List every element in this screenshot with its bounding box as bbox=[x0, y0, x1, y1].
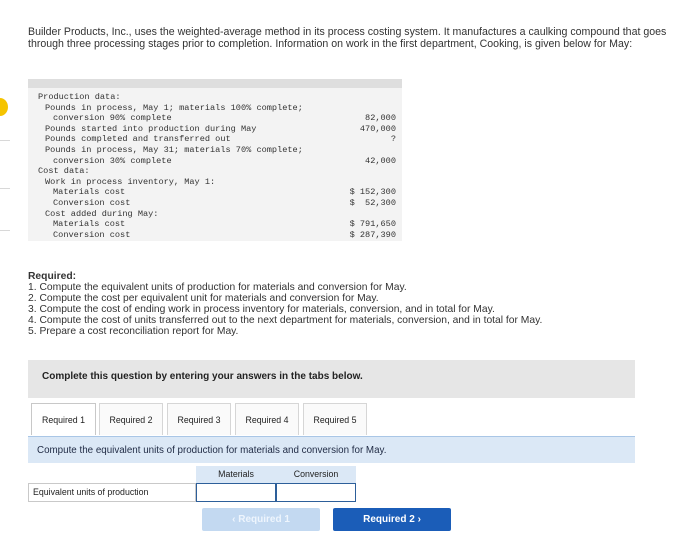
data-row-label: Pounds started into production during Ma… bbox=[45, 123, 257, 134]
data-row: conversion 90% complete 82,000 bbox=[28, 113, 402, 123]
tab-required-5[interactable]: Required 5 bbox=[303, 403, 367, 435]
tab-required-1[interactable]: Required 1 bbox=[31, 403, 96, 435]
data-row-value: 470,000 bbox=[359, 123, 396, 134]
data-row-label: Pounds in process, May 31; materials 70%… bbox=[45, 145, 303, 155]
tab-required-3[interactable]: Required 3 bbox=[167, 403, 231, 435]
tab-required-2[interactable]: Required 2 bbox=[99, 403, 163, 435]
instruction-banner: Complete this question by entering your … bbox=[28, 360, 635, 398]
data-row: Pounds in process, May 31; materials 70%… bbox=[28, 145, 402, 155]
gutter-divider bbox=[0, 140, 10, 141]
next-button[interactable]: Required 2 › bbox=[333, 508, 451, 531]
data-row-label: Pounds completed and transferred out bbox=[45, 134, 231, 145]
instruction-text: Complete this question by entering your … bbox=[42, 371, 363, 382]
data-row-value: 42,000 bbox=[365, 155, 396, 166]
data-row-value: ? bbox=[390, 134, 396, 145]
data-row-label: conversion 90% complete bbox=[53, 113, 172, 124]
data-row-label: Materials cost bbox=[53, 219, 126, 230]
data-row-label: Production data: bbox=[38, 92, 121, 102]
data-row-label: Pounds in process, May 1; materials 100%… bbox=[45, 102, 303, 113]
materials-input[interactable] bbox=[196, 483, 276, 502]
data-row-value: $ 791,650 bbox=[349, 219, 396, 230]
data-row: Pounds started into production during Ma… bbox=[28, 124, 402, 134]
data-row-value: $ 52,300 bbox=[349, 198, 396, 208]
chevron-right-icon: › bbox=[417, 514, 421, 525]
data-row-value: 82,000 bbox=[365, 113, 396, 124]
data-row: Work in process inventory, May 1: bbox=[28, 177, 402, 187]
column-header-materials: Materials bbox=[196, 466, 276, 483]
data-row: Materials cost $ 152,300 bbox=[28, 187, 402, 197]
data-row-label: Cost added during May: bbox=[45, 208, 159, 219]
data-row: Conversion cost $ 287,390 bbox=[28, 230, 402, 240]
data-row-label: Cost data: bbox=[38, 166, 90, 177]
data-row-value: $ 152,300 bbox=[349, 187, 396, 198]
conversion-input[interactable] bbox=[276, 483, 356, 502]
data-row-label: conversion 30% complete bbox=[53, 155, 172, 166]
problem-intro: Builder Products, Inc., uses the weighte… bbox=[28, 26, 667, 51]
prev-button-label: Required 1 bbox=[238, 514, 290, 525]
data-row: Production data: bbox=[28, 92, 402, 102]
question-bar: Compute the equivalent units of producti… bbox=[28, 436, 635, 463]
production-data-box: Production data: Pounds in process, May 1… bbox=[28, 79, 402, 241]
flag-indicator bbox=[0, 98, 8, 116]
tab-required-4[interactable]: Required 4 bbox=[235, 403, 299, 435]
required-item: 3. Compute the cost of ending work in pr… bbox=[28, 303, 495, 315]
data-row: Materials cost $ 791,650 bbox=[28, 219, 402, 229]
required-item: 4. Compute the cost of units transferred… bbox=[28, 314, 543, 326]
data-row-label: Conversion cost bbox=[53, 229, 131, 240]
data-row-label: Work in process inventory, May 1: bbox=[45, 176, 216, 187]
column-header-conversion: Conversion bbox=[276, 466, 356, 483]
data-row-label: Conversion cost bbox=[53, 198, 131, 208]
data-row: conversion 30% complete 42,000 bbox=[28, 156, 402, 166]
data-row-value: $ 287,390 bbox=[349, 229, 396, 240]
question-text: Compute the equivalent units of producti… bbox=[37, 445, 387, 456]
data-row: Conversion cost $ 52,300 bbox=[28, 198, 402, 208]
next-button-label: Required 2 bbox=[363, 514, 415, 525]
required-item: 5. Prepare a cost reconciliation report … bbox=[28, 325, 239, 337]
data-row: Pounds in process, May 1; materials 100%… bbox=[28, 103, 402, 113]
gutter-divider bbox=[0, 230, 10, 231]
row-label-equivalent-units: Equivalent units of production bbox=[28, 483, 196, 502]
gutter-divider bbox=[0, 188, 10, 189]
data-row: Pounds completed and transferred out? bbox=[28, 134, 402, 144]
chevron-left-icon: ‹ bbox=[232, 514, 236, 525]
data-row-label: Materials cost bbox=[53, 187, 126, 198]
left-gutter bbox=[0, 0, 10, 558]
prev-button[interactable]: ‹ Required 1 bbox=[202, 508, 320, 531]
required-section: Required: 1. Compute the equivalent unit… bbox=[28, 271, 688, 337]
data-row: Cost added during May: bbox=[28, 209, 402, 219]
data-box-header-bar bbox=[28, 79, 402, 88]
data-row: Cost data: bbox=[28, 166, 402, 176]
